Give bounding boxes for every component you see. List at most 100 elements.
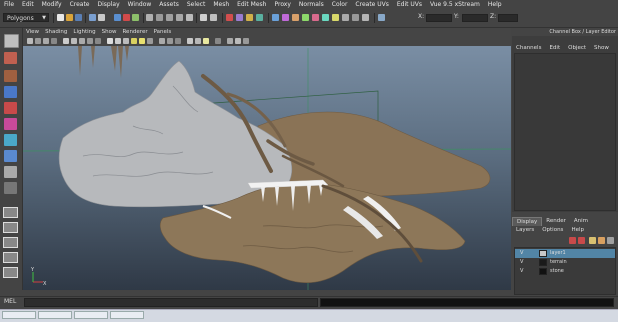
move-tool-icon[interactable] bbox=[4, 86, 17, 98]
menu-normals[interactable]: Normals bbox=[295, 0, 328, 10]
menu-window[interactable]: Window bbox=[124, 0, 156, 10]
layer-row-layer1[interactable]: V layer1 bbox=[515, 249, 615, 258]
viewport-menu-renderer[interactable]: Renderer bbox=[119, 29, 150, 35]
layer-menu-layers[interactable]: Layers bbox=[512, 226, 538, 234]
channel-box-toggle-icon[interactable] bbox=[342, 14, 349, 21]
hypershade-icon[interactable] bbox=[256, 14, 263, 21]
camera-attributes-icon[interactable] bbox=[35, 38, 41, 44]
depth-of-field-icon[interactable] bbox=[215, 38, 221, 44]
snap-curve-icon[interactable] bbox=[156, 14, 163, 21]
camera-move-icon[interactable] bbox=[227, 38, 233, 44]
uv-editor-icon[interactable] bbox=[282, 14, 289, 21]
menu-edit-uvs[interactable]: Edit UVs bbox=[393, 0, 426, 10]
snap-grid-icon[interactable] bbox=[146, 14, 153, 21]
textured-icon[interactable] bbox=[131, 38, 137, 44]
lasso-tool-icon[interactable] bbox=[4, 52, 17, 64]
modeling-toggle-icon[interactable] bbox=[352, 14, 359, 21]
menu-create[interactable]: Create bbox=[66, 0, 94, 10]
viewport-menu-shading[interactable]: Shading bbox=[42, 29, 70, 35]
layer-menu-help[interactable]: Help bbox=[567, 226, 588, 234]
snap-point-icon[interactable] bbox=[166, 14, 173, 21]
menu-color[interactable]: Color bbox=[328, 0, 352, 10]
ipr-render-icon[interactable] bbox=[236, 14, 243, 21]
history-icon[interactable] bbox=[200, 14, 207, 21]
layer-visibility-toggle[interactable]: V bbox=[520, 267, 523, 276]
menu-modify[interactable]: Modify bbox=[38, 0, 66, 10]
outliner-icon[interactable] bbox=[302, 14, 309, 21]
channel-box-content[interactable] bbox=[514, 53, 616, 211]
gate-mask-icon[interactable] bbox=[87, 38, 93, 44]
render-icon[interactable] bbox=[226, 14, 233, 21]
select-hierarchy-icon[interactable] bbox=[89, 14, 96, 21]
bookmark-icon[interactable] bbox=[43, 38, 49, 44]
snap-surface-icon[interactable] bbox=[176, 14, 183, 21]
layer-color-swatch[interactable] bbox=[539, 250, 547, 257]
tab-anim[interactable]: Anim bbox=[570, 217, 592, 226]
xray-icon[interactable] bbox=[167, 38, 173, 44]
scale-tool-icon[interactable] bbox=[4, 118, 17, 130]
universal-manipulator-icon[interactable] bbox=[4, 134, 17, 146]
menu-edit[interactable]: Edit bbox=[18, 0, 38, 10]
layout-four-pane-icon[interactable] bbox=[3, 222, 18, 233]
menu-create-uvs[interactable]: Create UVs bbox=[351, 0, 392, 10]
grid-icon[interactable] bbox=[63, 38, 69, 44]
layout-two-pane-icon[interactable] bbox=[3, 237, 18, 248]
perspective-viewport[interactable]: X Y bbox=[23, 46, 511, 290]
field-chart-icon[interactable] bbox=[95, 38, 101, 44]
new-layer-selected-icon[interactable] bbox=[598, 237, 605, 244]
render-view-icon[interactable] bbox=[362, 14, 369, 21]
minimized-window-3[interactable] bbox=[74, 311, 108, 319]
resolution-gate-icon[interactable] bbox=[79, 38, 85, 44]
wireframe-icon[interactable] bbox=[107, 38, 113, 44]
highlight-icon[interactable] bbox=[132, 14, 139, 21]
menu-mesh[interactable]: Mesh bbox=[209, 0, 233, 10]
lights-icon[interactable] bbox=[139, 38, 145, 44]
menu-select[interactable]: Select bbox=[183, 0, 210, 10]
menu-help[interactable]: Help bbox=[484, 0, 506, 10]
save-scene-icon[interactable] bbox=[75, 14, 82, 21]
camera-icon[interactable] bbox=[27, 38, 33, 44]
coord-x-field[interactable] bbox=[426, 14, 452, 22]
menu-proxy[interactable]: Proxy bbox=[270, 0, 294, 10]
graph-editor-icon[interactable] bbox=[292, 14, 299, 21]
open-scene-icon[interactable] bbox=[66, 14, 73, 21]
pan-zoom-icon[interactable] bbox=[243, 38, 249, 44]
layout-outliner-icon[interactable] bbox=[3, 252, 18, 263]
select-object-icon[interactable] bbox=[98, 14, 105, 21]
shadows-icon[interactable] bbox=[147, 38, 153, 44]
modeling-toolkit-icon[interactable] bbox=[272, 14, 279, 21]
xray-joints-icon[interactable] bbox=[175, 38, 181, 44]
layout-single-pane-icon[interactable] bbox=[3, 207, 18, 218]
layer-row-terrain[interactable]: V terrain bbox=[515, 258, 615, 267]
paint-select-tool-icon[interactable] bbox=[4, 70, 17, 82]
layer-color-swatch[interactable] bbox=[539, 268, 547, 275]
menu-assets[interactable]: Assets bbox=[155, 0, 183, 10]
command-input[interactable] bbox=[24, 298, 318, 307]
film-gate-icon[interactable] bbox=[71, 38, 77, 44]
minimized-window-2[interactable] bbox=[38, 311, 72, 319]
move-layer-up-icon[interactable] bbox=[569, 237, 576, 244]
layer-color-swatch[interactable] bbox=[539, 259, 547, 266]
paint-effects-icon[interactable] bbox=[312, 14, 319, 21]
tool-settings-icon[interactable] bbox=[332, 14, 339, 21]
show-manipulator-icon[interactable] bbox=[4, 166, 17, 178]
viewport-menu-lighting[interactable]: Lighting bbox=[70, 29, 98, 35]
viewport-menu-show[interactable]: Show bbox=[99, 29, 120, 35]
layout-graph-icon[interactable] bbox=[3, 267, 18, 278]
layer-visibility-toggle[interactable]: V bbox=[520, 249, 523, 258]
last-tool-icon[interactable] bbox=[4, 182, 17, 194]
make-live-icon[interactable] bbox=[186, 14, 193, 21]
rotate-tool-icon[interactable] bbox=[4, 102, 17, 114]
ambient-occlusion-icon[interactable] bbox=[187, 38, 193, 44]
minimized-window-1[interactable] bbox=[2, 311, 36, 319]
channel-box-menu-edit[interactable]: Edit bbox=[545, 44, 564, 52]
channel-box-menu-show[interactable]: Show bbox=[590, 44, 613, 52]
menu-set-dropdown[interactable]: Polygons ▼ bbox=[3, 13, 49, 22]
tab-render[interactable]: Render bbox=[542, 217, 570, 226]
minimized-window-4[interactable] bbox=[110, 311, 144, 319]
layer-visibility-toggle[interactable]: V bbox=[520, 258, 523, 267]
render-settings-icon[interactable] bbox=[246, 14, 253, 21]
channel-box-menu-object[interactable]: Object bbox=[564, 44, 590, 52]
viewport-menu-view[interactable]: View bbox=[23, 29, 42, 35]
coord-z-field[interactable] bbox=[498, 14, 518, 22]
